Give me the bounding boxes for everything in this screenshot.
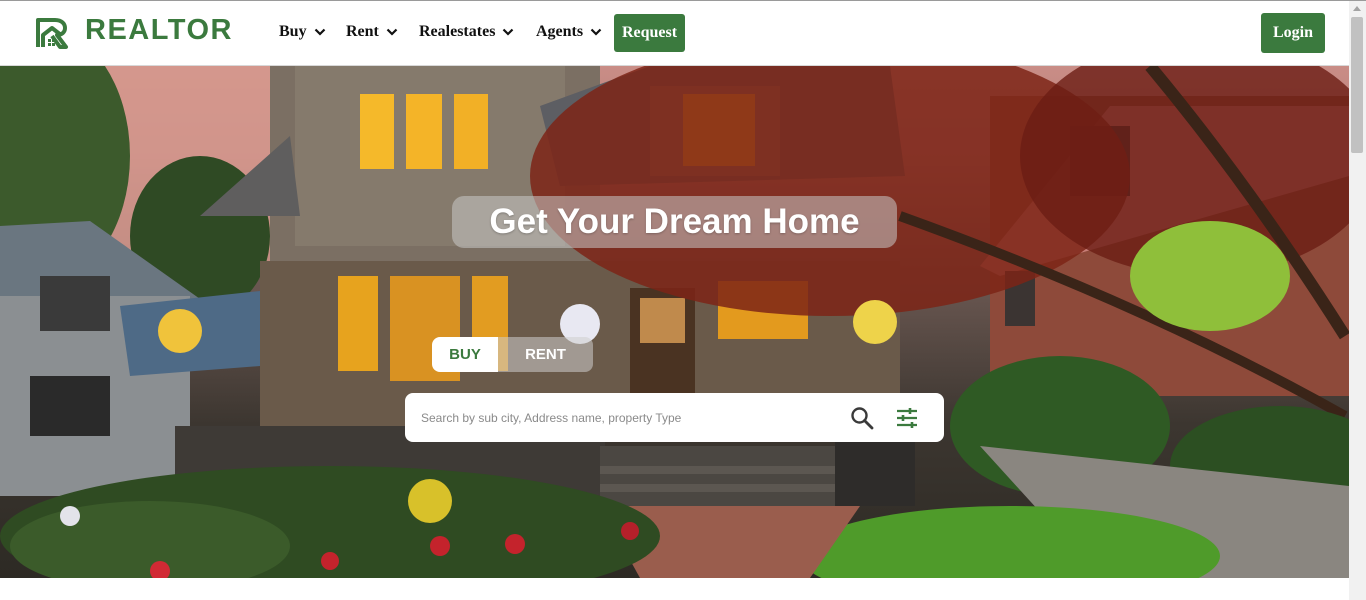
house-r-logo-icon[interactable] (35, 17, 69, 49)
hero-banner: Get Your Dream Home BUY RENT (0, 66, 1349, 578)
chevron-down-icon (314, 28, 325, 36)
nav-item-label: Rent (346, 23, 379, 40)
page-scrollbar[interactable] (1349, 1, 1366, 600)
tab-rent[interactable]: RENT (498, 337, 593, 372)
scrollbar-thumb[interactable] (1351, 17, 1363, 153)
nav-item-label: Buy (279, 23, 307, 40)
hero-house-illustration (0, 66, 1349, 578)
search-input[interactable] (419, 405, 823, 431)
scroll-up-arrow-icon[interactable] (1353, 6, 1361, 11)
chevron-down-icon (590, 28, 602, 36)
nav-item-realestates[interactable]: Realestates (419, 23, 514, 41)
nav-item-agents[interactable]: Agents (536, 23, 602, 41)
buy-rent-toggle: BUY RENT (432, 337, 593, 372)
chevron-down-icon (386, 28, 398, 36)
nav-item-label: Realestates (419, 23, 496, 40)
request-button[interactable]: Request (614, 14, 685, 52)
brand-name[interactable]: REALTOR (85, 14, 233, 47)
nav-item-label: Agents (536, 23, 584, 40)
nav-item-rent[interactable]: Rent (346, 23, 398, 41)
content-section-start (0, 578, 1349, 600)
search-icon[interactable] (850, 406, 874, 430)
chevron-down-icon (503, 28, 514, 36)
sliders-filter-icon[interactable] (895, 406, 919, 430)
hero-title: Get Your Dream Home (452, 196, 897, 248)
top-navbar: REALTOR Buy Rent Realestates Agents Requ… (0, 1, 1349, 66)
login-button[interactable]: Login (1261, 13, 1325, 53)
nav-item-buy[interactable]: Buy (279, 23, 326, 41)
tab-buy[interactable]: BUY (432, 337, 498, 372)
search-bar (405, 393, 944, 442)
